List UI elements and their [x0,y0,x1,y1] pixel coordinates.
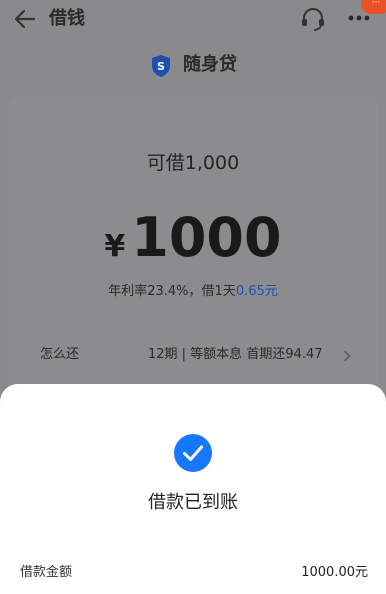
shield-letter: S [157,60,165,73]
interest-rate-line: 年利率23.4%，借1天0.65元 [8,282,378,302]
repayment-plan: 12期 | 等额本息 首期还94.47 [148,347,323,362]
detail-label: 借款金额 [20,565,73,580]
check-circle-icon [174,434,212,472]
chevron-right-icon [344,350,351,362]
available-credit: 可借1,000 [146,152,240,174]
loan-card: 可借1,000 ¥1000 年利率23.4%，借1天0.65元 怎么还 12期 … [8,96,378,416]
product-name: 随身贷 [183,54,237,75]
rate-text: 年利率23.4%，借1天 [108,284,236,299]
currency-symbol: ¥ [104,229,126,264]
repayment-label: 怎么还 [40,347,80,362]
repayment-plan-row[interactable]: 怎么还 12期 | 等额本息 首期还94.47 [8,344,378,366]
page-title: 借钱 [49,8,85,29]
corner-badge: ··· [361,0,386,14]
success-title: 借款已到账 [148,492,238,513]
loan-success-sheet: 借款已到账 借款金额 1000.00元 [0,384,386,594]
headset-icon[interactable] [299,6,327,32]
loan-amount: 1000 [131,206,282,269]
arrow-left-icon[interactable] [12,6,38,32]
loan-amount-row[interactable]: ¥1000 [8,208,378,281]
daily-cost: 0.65元 [235,284,278,299]
shield-s-icon: S [152,55,170,77]
loan-amount-detail-row: 借款金额 1000.00元 [0,562,386,584]
top-bar: 借钱 ··· [0,0,386,40]
detail-value: 1000.00元 [301,565,368,580]
